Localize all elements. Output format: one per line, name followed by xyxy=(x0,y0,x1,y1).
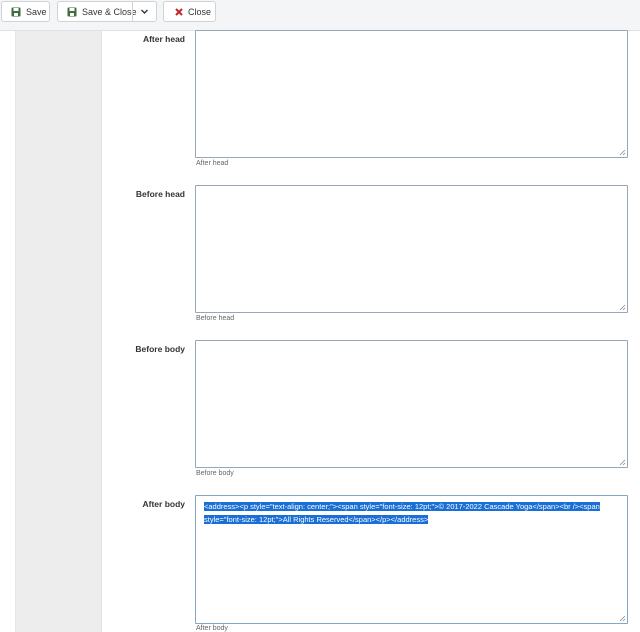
save-icon xyxy=(11,7,21,17)
chevron-down-icon xyxy=(141,9,148,14)
sidebar-panel xyxy=(16,31,101,632)
save-close-label: Save & Close xyxy=(82,7,137,17)
after-body-value-line-1: <address><p style="text-align: center;">… xyxy=(204,502,600,511)
before-body-help: Before body xyxy=(196,470,234,477)
before-head-label: Before head xyxy=(135,189,185,199)
after-body-selected-text: <address><p style="text-align: center;">… xyxy=(204,501,619,526)
left-rail xyxy=(0,31,16,632)
after-body-value-line-2: style="font-size: 12pt;">All Rights Rese… xyxy=(204,514,429,524)
resize-grip-icon xyxy=(619,149,626,156)
close-icon xyxy=(175,8,183,16)
before-head-textarea[interactable] xyxy=(195,185,628,313)
before-body-textarea[interactable] xyxy=(195,340,628,468)
save-button[interactable]: Save xyxy=(1,1,50,22)
after-body-label: After body xyxy=(142,499,186,509)
resize-grip-icon xyxy=(619,304,626,311)
before-body-label: Before body xyxy=(135,344,185,354)
save-label: Save xyxy=(26,7,47,17)
save-icon xyxy=(67,7,77,17)
resize-grip-icon xyxy=(619,615,626,622)
after-body-help: After body xyxy=(196,625,228,632)
content-divider xyxy=(101,31,102,632)
save-options-dropdown-toggle[interactable] xyxy=(132,2,157,21)
after-head-textarea[interactable] xyxy=(195,30,628,158)
after-head-label: After head xyxy=(142,34,185,44)
after-body-textarea[interactable]: <address><p style="text-align: center;">… xyxy=(195,495,628,624)
before-head-help: Before head xyxy=(196,315,235,322)
save-close-group: Save & Close xyxy=(57,1,157,22)
toolbar: Save Save & Close Close xyxy=(0,0,640,31)
resize-grip-icon xyxy=(619,459,626,466)
close-button[interactable]: Close xyxy=(163,1,216,22)
after-head-help: After head xyxy=(196,160,229,167)
save-close-button[interactable]: Save & Close xyxy=(58,2,137,21)
close-label: Close xyxy=(188,7,212,17)
